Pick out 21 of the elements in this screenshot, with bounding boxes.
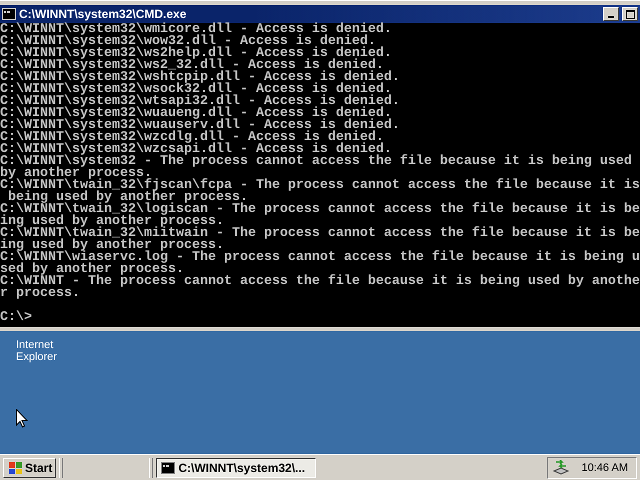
desktop-icon-label[interactable]: Internet Explorer: [16, 339, 60, 363]
window-title: C:\WINNT\system32\CMD.exe: [19, 7, 188, 21]
console-line: C:\WINNT - The process cannot access the file because it is being used by anothe: [0, 276, 640, 288]
maximize-icon: [626, 10, 634, 18]
command-prompt[interactable]: C:\>: [0, 312, 32, 324]
minimize-button[interactable]: [603, 7, 619, 21]
console-line: C:\WINNT\system32 - The process cannot access the file because it is being used: [0, 156, 633, 168]
console-line: C:\WINNT\wiaservc.log - The process cannot access the file because it is being u: [0, 252, 640, 264]
clock[interactable]: 10:46 AM: [582, 462, 628, 474]
minimize-icon: [608, 16, 614, 18]
mouse-cursor-icon: [16, 409, 28, 428]
console-line: C:\WINNT\twain_32\fjscan\fcpa - The process cannot access the file because it is: [0, 180, 640, 192]
maximize-button[interactable]: [622, 7, 638, 21]
console-icon: [161, 462, 176, 474]
start-button[interactable]: Start: [3, 458, 56, 478]
network-icon[interactable]: [552, 460, 570, 476]
console-line: C:\WINNT\twain_32\logiscan - The process cannot access the file because it is be: [0, 204, 640, 216]
windows-flag-icon: [7, 460, 23, 474]
console-icon: [2, 8, 16, 20]
console-line: r process.: [0, 288, 81, 300]
taskbar-button[interactable]: C:\WINNT\system32\...: [156, 458, 316, 478]
